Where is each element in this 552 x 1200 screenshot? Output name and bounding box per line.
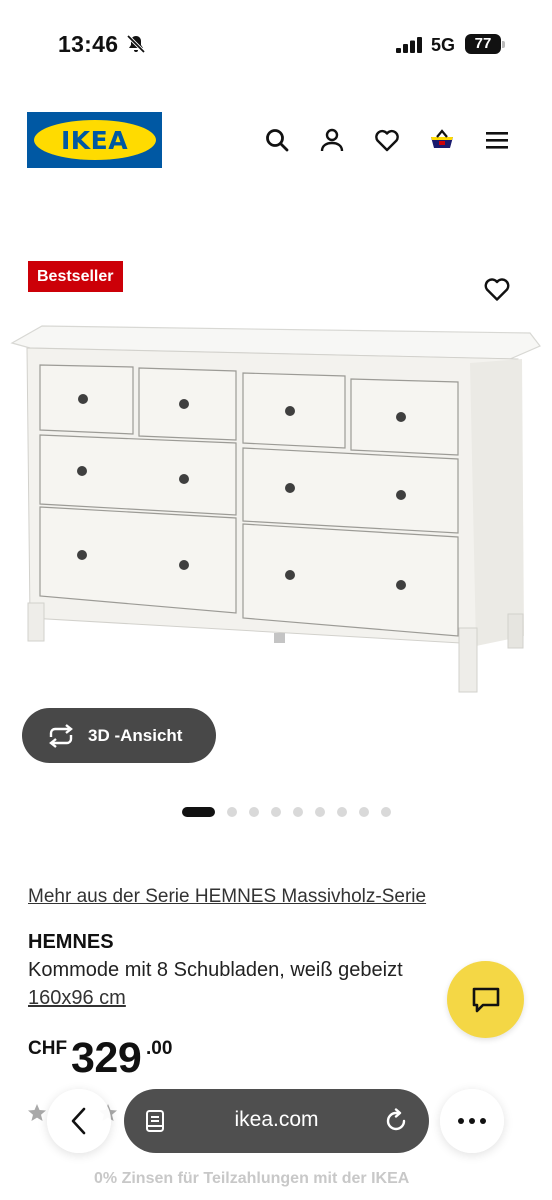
finance-note: 0% Zinsen für Teilzahlungen mit der IKEA xyxy=(94,1170,410,1187)
series-link[interactable]: Mehr aus der Serie HEMNES Massivholz-Ser… xyxy=(28,886,426,908)
carousel-dot[interactable] xyxy=(359,807,369,817)
status-bar: 13:46 5G 77 xyxy=(0,0,552,90)
product-description: Kommode mit 8 Schubladen, weiß gebeizt xyxy=(28,959,403,981)
product-size-link[interactable]: 160x96 cm xyxy=(28,987,126,1010)
price-currency: CHF xyxy=(28,1038,68,1059)
battery-indicator: 77 xyxy=(465,34,505,54)
back-button[interactable] xyxy=(47,1089,111,1153)
product-name: HEMNES xyxy=(28,931,114,953)
reload-icon[interactable] xyxy=(383,1108,409,1134)
search-icon[interactable] xyxy=(263,126,291,154)
chat-button[interactable] xyxy=(447,961,524,1038)
heart-icon[interactable] xyxy=(373,126,401,154)
price-main: 329 xyxy=(71,1034,142,1082)
carousel-dot-active[interactable] xyxy=(182,807,215,817)
bell-slash-icon xyxy=(126,34,146,54)
signal-icon xyxy=(396,37,422,53)
carousel-dots xyxy=(0,806,552,818)
basket-icon[interactable] xyxy=(428,126,456,154)
price-decimals: .00 xyxy=(146,1038,173,1059)
menu-icon[interactable] xyxy=(483,126,511,154)
carousel-dot[interactable] xyxy=(249,807,259,817)
logo-ellipse: IKEA xyxy=(33,120,156,160)
product-image-dresser[interactable] xyxy=(0,318,552,703)
rotate-icon xyxy=(49,723,73,748)
carousel-dot[interactable] xyxy=(271,807,281,817)
carousel-dot[interactable] xyxy=(337,807,347,817)
3d-view-button[interactable]: 3D -Ansicht xyxy=(22,708,216,763)
more-icon xyxy=(458,1118,486,1124)
address-bar[interactable]: ikea.com xyxy=(124,1089,429,1153)
3d-view-label: 3D -Ansicht xyxy=(88,725,183,745)
carousel-dot[interactable] xyxy=(381,807,391,817)
site-header: IKEA xyxy=(0,112,552,168)
more-button[interactable] xyxy=(440,1089,504,1153)
chat-icon xyxy=(472,987,499,1012)
back-icon xyxy=(71,1107,86,1135)
bestseller-badge: Bestseller xyxy=(28,261,123,292)
carousel-dot[interactable] xyxy=(293,807,303,817)
carousel-dot[interactable] xyxy=(315,807,325,817)
user-icon[interactable] xyxy=(318,126,346,154)
favorite-heart-icon[interactable] xyxy=(482,274,512,304)
network-label: 5G xyxy=(431,35,456,55)
status-time: 13:46 xyxy=(58,31,119,57)
carousel-dot[interactable] xyxy=(227,807,237,817)
logo-text: IKEA xyxy=(60,125,129,155)
ikea-logo[interactable]: IKEA xyxy=(27,112,162,168)
